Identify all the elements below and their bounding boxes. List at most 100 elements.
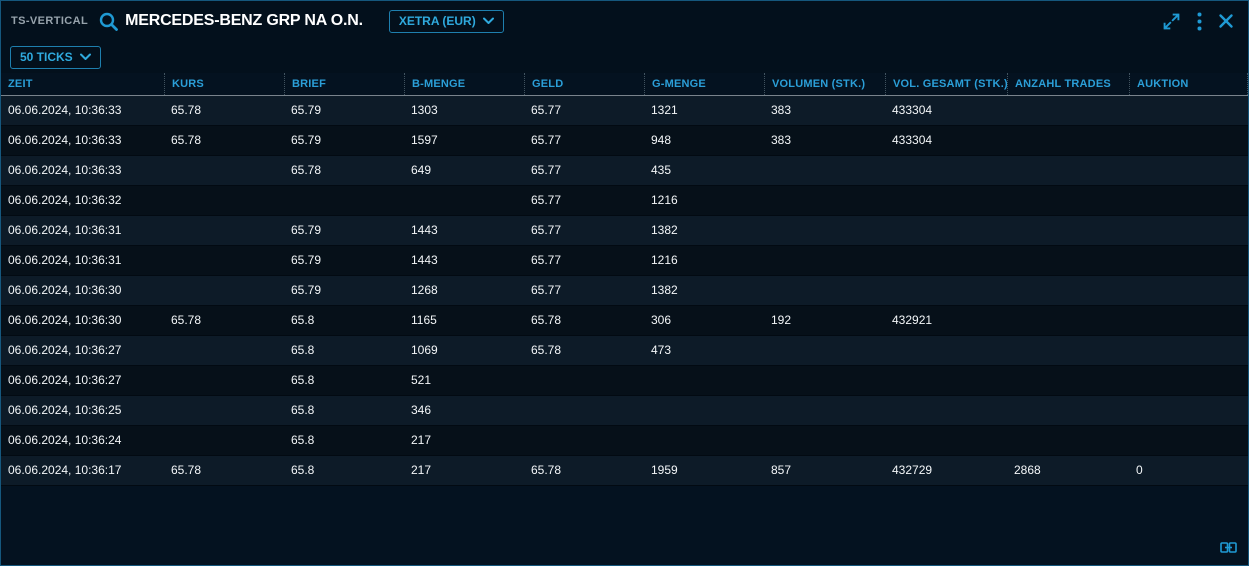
cell: 65.78 (164, 306, 284, 335)
kebab-menu-icon[interactable] (1197, 12, 1202, 31)
cell: 65.78 (164, 126, 284, 155)
cell (644, 366, 764, 395)
table-header-row: ZEITKURSBRIEFB-MENGEGELDG-MENGEVOLUMEN (… (1, 73, 1248, 96)
cell: 65.8 (284, 336, 404, 365)
cell (885, 396, 1007, 425)
table-row: 06.06.2024, 10:36:3265.771216 (1, 186, 1248, 216)
cell (885, 156, 1007, 185)
cell: 306 (644, 306, 764, 335)
cell: 1216 (644, 186, 764, 215)
cell (764, 216, 885, 245)
table-row: 06.06.2024, 10:36:3365.7865.79130365.771… (1, 96, 1248, 126)
cell: 65.77 (524, 216, 644, 245)
ticks-select[interactable]: 50 TICKS (10, 46, 101, 69)
cell: 65.77 (524, 276, 644, 305)
cell: 1216 (644, 246, 764, 275)
cell: 1069 (404, 336, 524, 365)
cell (1007, 186, 1129, 215)
cell: 06.06.2024, 10:36:27 (1, 336, 164, 365)
cell (1129, 396, 1248, 425)
ts-vertical-window: TS-VERTICAL MERCEDES-BENZ GRP NA O.N. XE… (0, 0, 1249, 566)
cell: 65.79 (284, 246, 404, 275)
cell (164, 276, 284, 305)
cell: 65.78 (164, 96, 284, 125)
table-row: 06.06.2024, 10:36:3165.79144365.771382 (1, 216, 1248, 246)
table-row: 06.06.2024, 10:36:2765.8106965.78473 (1, 336, 1248, 366)
cell: 1303 (404, 96, 524, 125)
cell: 1959 (644, 456, 764, 485)
cell (1007, 366, 1129, 395)
cell (164, 336, 284, 365)
cell: 433304 (885, 96, 1007, 125)
cell: 473 (644, 336, 764, 365)
cell (1007, 126, 1129, 155)
expand-icon[interactable] (1162, 12, 1181, 31)
table-row: 06.06.2024, 10:36:2465.8217 (1, 426, 1248, 456)
cell (1129, 336, 1248, 365)
cell: 649 (404, 156, 524, 185)
cell: 1443 (404, 216, 524, 245)
cell: 0 (1129, 456, 1248, 485)
link-icon[interactable] (1220, 540, 1237, 558)
cell (885, 186, 1007, 215)
cell (764, 366, 885, 395)
cell: 06.06.2024, 10:36:30 (1, 306, 164, 335)
cell: 1165 (404, 306, 524, 335)
cell (404, 186, 524, 215)
cell: 65.78 (284, 156, 404, 185)
cell: 432921 (885, 306, 1007, 335)
column-header: B-MENGE (404, 73, 524, 95)
table-row: 06.06.2024, 10:36:3165.79144365.771216 (1, 246, 1248, 276)
cell (885, 366, 1007, 395)
cell (164, 366, 284, 395)
cell: 65.79 (284, 96, 404, 125)
cell (764, 156, 885, 185)
cell: 435 (644, 156, 764, 185)
cell: 65.77 (524, 246, 644, 275)
cell (164, 156, 284, 185)
instrument-title: MERCEDES-BENZ GRP NA O.N. (125, 12, 363, 30)
column-header: ZEIT (1, 73, 164, 95)
cell: 06.06.2024, 10:36:33 (1, 96, 164, 125)
column-header: KURS (164, 73, 284, 95)
cell: 1382 (644, 216, 764, 245)
cell (1129, 276, 1248, 305)
exchange-select[interactable]: XETRA (EUR) (389, 10, 504, 33)
cell (644, 426, 764, 455)
column-header: BRIEF (284, 73, 404, 95)
cell (1007, 336, 1129, 365)
cell: 2868 (1007, 456, 1129, 485)
cell: 1268 (404, 276, 524, 305)
cell: 06.06.2024, 10:36:33 (1, 156, 164, 185)
cell (164, 216, 284, 245)
cell: 06.06.2024, 10:36:31 (1, 246, 164, 275)
table-body: 06.06.2024, 10:36:3365.7865.79130365.771… (1, 96, 1248, 486)
cell: 65.8 (284, 306, 404, 335)
cell (1007, 156, 1129, 185)
instrument-search[interactable]: MERCEDES-BENZ GRP NA O.N. (98, 11, 363, 32)
cell: 06.06.2024, 10:36:25 (1, 396, 164, 425)
close-icon[interactable] (1218, 13, 1234, 29)
cell (885, 276, 1007, 305)
cell (164, 396, 284, 425)
column-header: VOLUMEN (STK.) (764, 73, 885, 95)
cell: 65.77 (524, 96, 644, 125)
cell (1007, 396, 1129, 425)
cell: 383 (764, 126, 885, 155)
cell (524, 426, 644, 455)
table-row: 06.06.2024, 10:36:2765.8521 (1, 366, 1248, 396)
cell (764, 186, 885, 215)
table-row: 06.06.2024, 10:36:1765.7865.821765.78195… (1, 456, 1248, 486)
cell (885, 336, 1007, 365)
column-header: ANZAHL TRADES (1007, 73, 1129, 95)
chevron-down-icon (80, 53, 91, 61)
cell (764, 426, 885, 455)
ticks-bar: 50 TICKS (1, 41, 1248, 73)
cell: 521 (404, 366, 524, 395)
cell (1007, 426, 1129, 455)
cell: 217 (404, 456, 524, 485)
cell: 65.8 (284, 396, 404, 425)
tick-table: ZEITKURSBRIEFB-MENGEGELDG-MENGEVOLUMEN (… (1, 73, 1248, 486)
cell: 432729 (885, 456, 1007, 485)
cell: 65.8 (284, 426, 404, 455)
